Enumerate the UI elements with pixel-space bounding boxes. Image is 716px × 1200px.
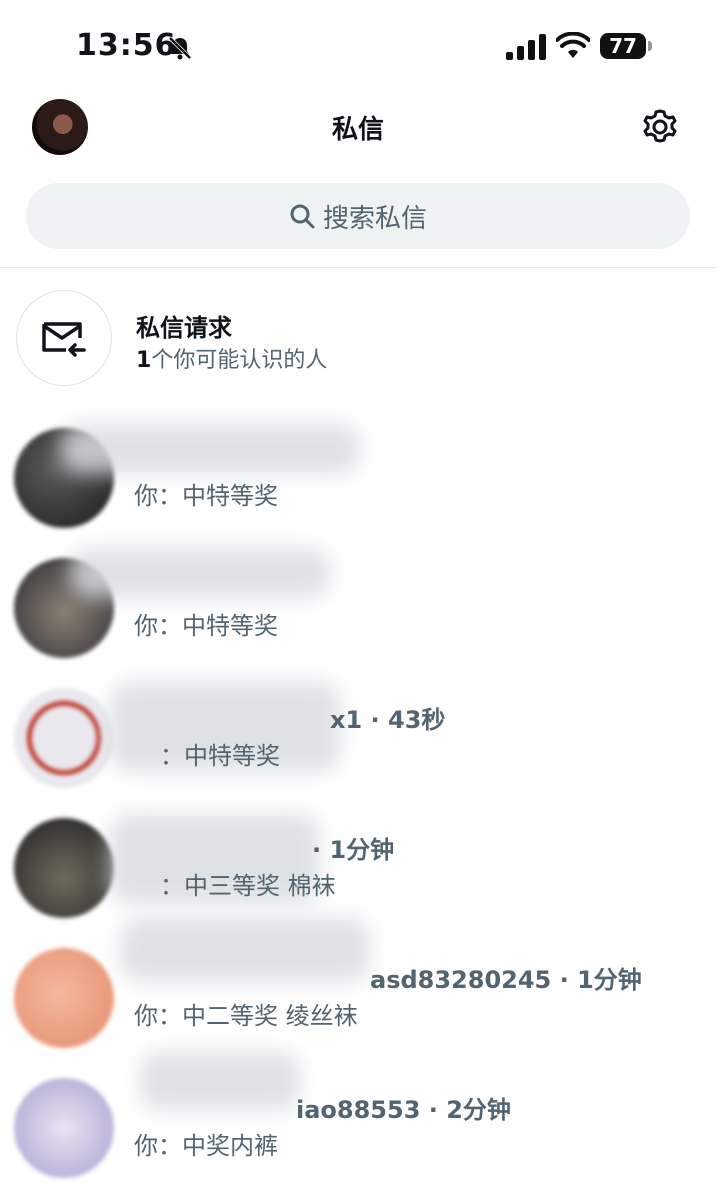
conversation-item[interactable]: 你：中特等奖 [0,424,716,538]
bell-muted-icon [168,36,192,60]
mail-request-icon [16,290,112,386]
cellular-signal-icon [506,34,546,60]
conversation-item[interactable]: iao88553 · 2分钟 你：中奖内裤 [0,1052,716,1188]
avatar [14,818,114,918]
message-requests-row[interactable]: 私信请求 1个你可能认识的人 [0,288,716,388]
status-time: 13:56 [76,28,177,63]
avatar [14,1078,114,1178]
search-placeholder: 搜索私信 [322,203,427,234]
conversation-preview: 你：中特等奖 [134,482,278,510]
conversation-name: iao88553 · 2分钟 [296,1096,511,1124]
conversation-preview: 你：中特等奖 [134,612,278,640]
conversation-preview: ：中特等奖 [160,742,280,770]
conversation-item[interactable]: · 1分钟 ：中三等奖 棉袜 [0,814,716,928]
conversation-item[interactable]: 你：中特等奖 [0,548,716,668]
conversation-name: x1 · 43秒 [330,706,446,734]
wifi-icon [556,32,590,58]
message-requests-count: 1 [136,348,152,373]
conversation-item[interactable]: x1 · 43秒 ：中特等奖 [0,682,716,798]
conversation-item[interactable]: asd83280245 · 1分钟 你：中二等奖 绫丝袜 [0,918,716,1058]
message-requests-title: 私信请求 [136,314,232,342]
conversation-preview: 你：中二等奖 绫丝袜 [134,1002,358,1030]
battery-level: 77 [600,33,646,59]
gear-icon[interactable] [640,107,680,147]
message-requests-subtitle: 1个你可能认识的人 [136,342,327,374]
page-title: 私信 [331,115,384,145]
header: 私信 [0,95,716,159]
conversation-preview: ：中三等奖 棉袜 [160,872,336,900]
message-requests-text: 个你可能认识的人 [151,348,328,373]
search-input[interactable]: 搜索私信 [26,183,690,249]
conversation-name: · 1分钟 [312,836,395,864]
conversation-name: asd83280245 · 1分钟 [370,966,642,994]
divider [0,267,716,268]
search-icon [290,204,315,229]
avatar [14,948,114,1048]
battery-icon: 77 [600,33,656,61]
conversation-preview: 你：中奖内裤 [134,1132,278,1160]
status-bar: 13:56 77 [0,0,716,90]
avatar [14,688,114,788]
